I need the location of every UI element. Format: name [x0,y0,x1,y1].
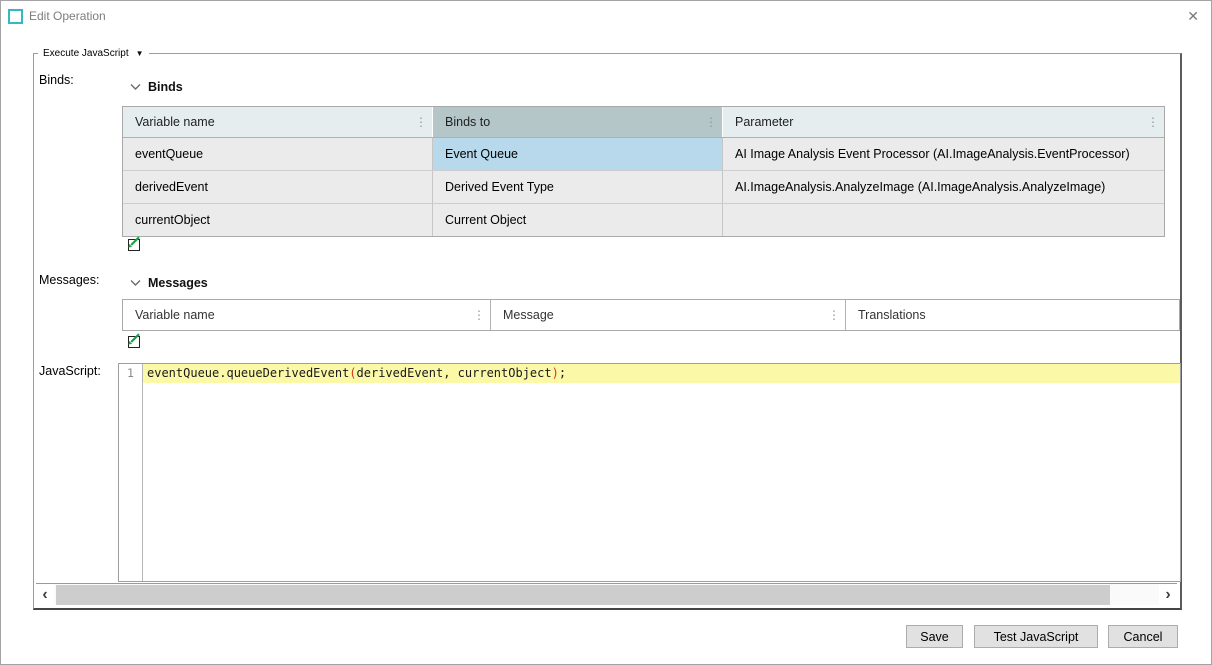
column-header-parameter[interactable]: Parameter ⋮ [723,107,1164,137]
javascript-code-editor[interactable]: 1 eventQueue.queueDerivedEvent(derivedEv… [118,363,1181,582]
messages-field-label: Messages: [39,273,99,287]
cell-binds-to-selected[interactable]: Event Queue [433,138,723,170]
binds-section-title: Binds [148,80,183,94]
column-menu-icon[interactable]: ⋮ [415,107,427,137]
column-header-label: Parameter [735,115,793,129]
editor-code-area[interactable]: eventQueue.queueDerivedEvent(derivedEven… [143,364,1180,581]
code-line-1[interactable]: eventQueue.queueDerivedEvent(derivedEven… [143,364,1180,383]
scroll-left-icon[interactable]: ‹ [36,584,54,605]
column-header-binds-to[interactable]: Binds to ⋮ [433,107,723,137]
column-header-translations[interactable]: Translations [846,300,1179,330]
cell-binds-to[interactable]: Current Object [433,204,723,236]
add-row-icon[interactable] [124,235,142,253]
chevron-down-icon[interactable] [130,279,141,287]
horizontal-scrollbar[interactable]: ‹ › [36,583,1177,605]
cell-parameter[interactable] [723,204,1164,236]
cell-variable-name[interactable]: currentObject [123,204,433,236]
code-open-paren: ( [349,366,356,380]
chevron-down-icon[interactable] [130,83,141,91]
cancel-button[interactable]: Cancel [1108,625,1178,648]
column-header-label: Variable name [135,308,215,322]
operation-type-label: Execute JavaScript [43,48,129,59]
editor-gutter: 1 [119,364,143,581]
messages-section-title: Messages [148,276,208,290]
column-menu-icon[interactable]: ⋮ [705,107,717,137]
save-button[interactable]: Save [906,625,963,648]
code-identifier: eventQueue.queueDerivedEvent [147,366,349,380]
column-menu-icon[interactable]: ⋮ [1147,107,1159,137]
messages-table: Variable name ⋮ Message ⋮ Translations [122,299,1180,331]
column-header-label: Binds to [445,115,490,129]
column-header-variable-name[interactable]: Variable name ⋮ [123,107,433,137]
close-icon[interactable]: ✕ [1187,7,1199,25]
messages-table-header: Variable name ⋮ Message ⋮ Translations [123,300,1179,330]
column-header-message[interactable]: Message ⋮ [491,300,846,330]
binds-table: Variable name ⋮ Binds to ⋮ Parameter ⋮ e… [122,106,1165,237]
table-row: derivedEvent Derived Event Type AI.Image… [123,171,1164,204]
code-close-paren: ) [552,366,559,380]
table-row: eventQueue Event Queue AI Image Analysis… [123,138,1164,171]
test-javascript-button[interactable]: Test JavaScript [974,625,1098,648]
cell-parameter[interactable]: AI Image Analysis Event Processor (AI.Im… [723,138,1164,170]
scroll-right-icon[interactable]: › [1159,584,1177,605]
edit-operation-dialog: Edit Operation ✕ Execute JavaScript ▼ Bi… [0,0,1212,665]
app-icon [8,9,23,24]
cell-binds-to[interactable]: Derived Event Type [433,171,723,203]
code-arguments: derivedEvent, currentObject [357,366,552,380]
messages-section-header: Messages [130,276,208,290]
column-header-variable-name[interactable]: Variable name ⋮ [123,300,491,330]
column-header-label: Translations [858,308,926,322]
line-number: 1 [119,366,142,380]
binds-table-header: Variable name ⋮ Binds to ⋮ Parameter ⋮ [123,107,1164,138]
dropdown-arrow-icon: ▼ [136,49,144,58]
titlebar: Edit Operation ✕ [1,1,1211,31]
table-row: currentObject Current Object [123,204,1164,236]
column-menu-icon[interactable]: ⋮ [473,300,485,330]
add-row-icon[interactable] [124,332,142,350]
dialog-title: Edit Operation [29,9,106,23]
javascript-field-label: JavaScript: [39,364,101,378]
column-menu-icon[interactable]: ⋮ [828,300,840,330]
column-header-label: Variable name [135,115,215,129]
operation-group-box: Execute JavaScript ▼ Binds: Messages: Ja… [33,53,1182,610]
binds-field-label: Binds: [39,73,74,87]
cell-parameter[interactable]: AI.ImageAnalysis.AnalyzeImage (AI.ImageA… [723,171,1164,203]
code-terminator: ; [559,366,566,380]
scrollbar-thumb[interactable] [56,585,1110,605]
binds-section-header: Binds [130,80,183,94]
cell-variable-name[interactable]: derivedEvent [123,171,433,203]
cell-variable-name[interactable]: eventQueue [123,138,433,170]
operation-type-dropdown[interactable]: Execute JavaScript ▼ [38,46,149,60]
column-header-label: Message [503,308,554,322]
